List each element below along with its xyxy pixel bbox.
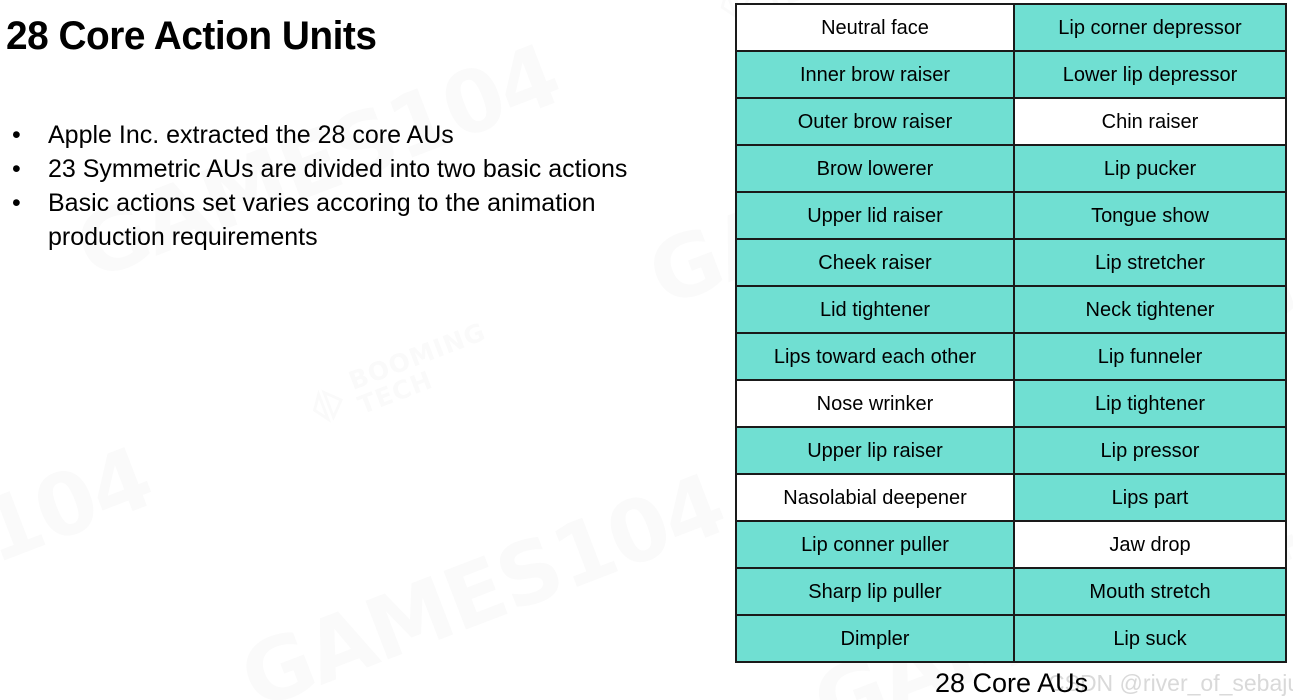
au-cell: Lip stretcher [1013,238,1287,287]
table-row: Outer brow raiser Chin raiser [735,97,1287,146]
au-cell: Brow lowerer [735,144,1015,193]
table-row: Sharp lip puller Mouth stretch [735,567,1287,616]
au-cell: Lid tightener [735,285,1015,334]
au-cell: Upper lid raiser [735,191,1015,240]
table-row: Inner brow raiser Lower lip depressor [735,50,1287,99]
au-cell: Chin raiser [1013,97,1287,146]
action-units-table: Neutral face Lip corner depressor Inner b… [735,3,1287,663]
bullet-item: • Basic actions set varies accoring to th… [8,186,708,254]
au-cell: Neutral face [735,3,1015,52]
au-cell: Lower lip depressor [1013,50,1287,99]
au-cell: Neck tightener [1013,285,1287,334]
action-units-table-body: Neutral face Lip corner depressor Inner b… [735,3,1287,663]
au-cell: Lip conner puller [735,520,1015,569]
bullet-marker-icon: • [12,189,21,217]
au-cell: Mouth stretch [1013,567,1287,616]
au-cell: Nose wrinker [735,379,1015,428]
bullet-list: • Apple Inc. extracted the 28 core AUs • 2… [8,118,708,254]
table-row: Lip conner puller Jaw drop [735,520,1287,569]
bullet-text: Basic actions set varies accoring to the… [48,189,596,251]
table-row: Cheek raiser Lip stretcher [735,238,1287,287]
au-cell: Cheek raiser [735,238,1015,287]
au-cell: Jaw drop [1013,520,1287,569]
au-cell: Lips part [1013,473,1287,522]
au-cell: Lip suck [1013,614,1287,663]
table-caption: 28 Core AUs [935,668,1089,698]
bullet-marker-icon: • [12,121,21,149]
table-row: Lips toward each other Lip funneler [735,332,1287,381]
au-cell: Lip corner depressor [1013,3,1287,52]
slide-left-pane: 28 Core Action Units • Apple Inc. extract… [0,0,720,700]
slide-canvas: GAMES104 BOOMINGTECH GAMES104 BOOMINGTEC… [0,0,1293,700]
au-cell: Tongue show [1013,191,1287,240]
au-cell: Outer brow raiser [735,97,1015,146]
bullet-text: Apple Inc. extracted the 28 core AUs [48,121,454,149]
au-cell: Lip pucker [1013,144,1287,193]
table-row: Neutral face Lip corner depressor [735,3,1287,52]
table-row: Upper lip raiser Lip pressor [735,426,1287,475]
bullet-marker-icon: • [12,155,21,183]
table-row: Lid tightener Neck tightener [735,285,1287,334]
au-cell: Nasolabial deepener [735,473,1015,522]
au-cell: Upper lip raiser [735,426,1015,475]
au-cell: Inner brow raiser [735,50,1015,99]
table-row: Brow lowerer Lip pucker [735,144,1287,193]
au-cell: Dimpler [735,614,1015,663]
table-row: Dimpler Lip suck [735,614,1287,663]
bullet-item: • Apple Inc. extracted the 28 core AUs [8,118,708,152]
bullet-item: • 23 Symmetric AUs are divided into two b… [8,152,708,186]
table-row: Upper lid raiser Tongue show [735,191,1287,240]
au-cell: Sharp lip puller [735,567,1015,616]
au-cell: Lip tightener [1013,379,1287,428]
au-cell: Lip funneler [1013,332,1287,381]
au-cell: Lip pressor [1013,426,1287,475]
au-cell: Lips toward each other [735,332,1015,381]
bullet-text: 23 Symmetric AUs are divided into two ba… [48,155,628,183]
page-title: 28 Core Action Units [6,14,377,58]
table-row: Nasolabial deepener Lips part [735,473,1287,522]
table-row: Nose wrinker Lip tightener [735,379,1287,428]
